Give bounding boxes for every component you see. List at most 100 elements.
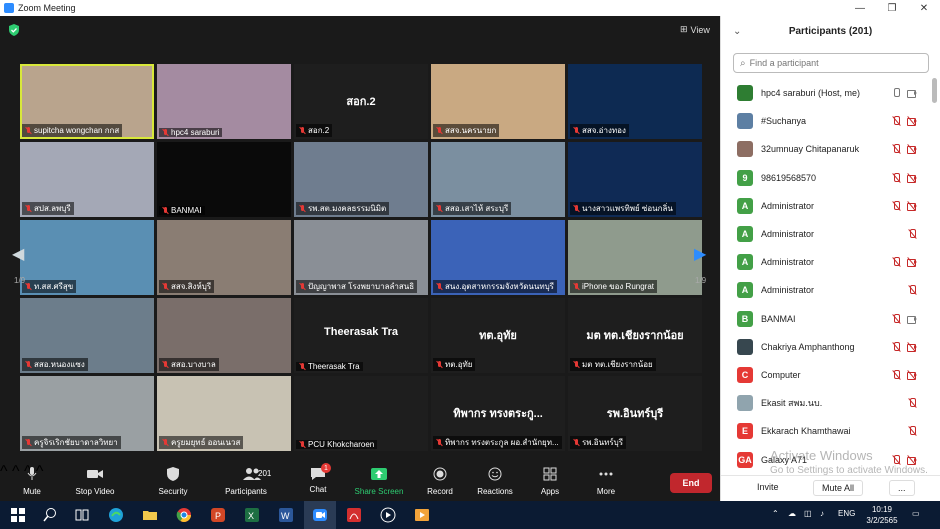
notification-icon[interactable]: ▭ xyxy=(912,509,920,518)
muted-microphone-icon[interactable] xyxy=(891,116,901,126)
participant-video-tile[interactable]: นางสาวแพรทิพย์ ซ่อนกลิ่น xyxy=(568,142,702,217)
share-screen-button[interactable]: Share Screen xyxy=(349,467,409,496)
network-icon[interactable]: ◫ xyxy=(804,509,812,518)
muted-microphone-icon[interactable] xyxy=(891,200,901,211)
powerpoint-icon[interactable]: P xyxy=(210,507,226,523)
participant-video-tile[interactable]: ครูยมยุทธ์ ออนเนวส xyxy=(157,376,291,451)
participant-video-tile[interactable]: สสจ.สิงห์บุรี xyxy=(157,220,291,295)
chat-button[interactable]: 1 Chat xyxy=(288,463,348,494)
video-camera-icon[interactable] xyxy=(907,88,917,99)
reactions-button[interactable]: Reactions xyxy=(465,467,525,496)
input-language[interactable]: ENG xyxy=(838,509,855,518)
participant-row[interactable]: E Ekkarach Khamthawai xyxy=(721,417,933,445)
close-button[interactable]: ✕ xyxy=(908,0,940,16)
participant-video-tile[interactable]: ปัญญาพาส โรงพยาบาลลำสนธิ xyxy=(294,220,428,295)
media-player-icon[interactable] xyxy=(380,507,396,523)
video-off-icon[interactable] xyxy=(907,116,917,127)
windows-start-icon[interactable] xyxy=(10,507,26,523)
participant-video-tile[interactable]: iPhone ของ Rungrat xyxy=(568,220,702,295)
participant-video-tile[interactable]: สนง.อุตสาหกรรมจังหวัดนนทบุรี xyxy=(431,220,565,295)
participant-search[interactable]: ⌕ xyxy=(733,53,929,73)
participant-video-tile[interactable]: ทต.อุทัย ทต.อุทัย xyxy=(431,298,565,373)
participant-video-tile[interactable]: สสอ.บางบาล xyxy=(157,298,291,373)
participant-video-tile[interactable]: ทิพากร ทรงตระกู... ทิพากร ทรงตระกูล ผอ.สำ… xyxy=(431,376,565,451)
acrobat-icon[interactable] xyxy=(346,507,362,523)
participant-video-tile[interactable]: รพ.อินทร์บุรี รพ.อินทร์บุรี xyxy=(568,376,702,451)
muted-microphone-icon[interactable] xyxy=(907,229,917,239)
video-off-icon[interactable] xyxy=(907,370,917,380)
panel-more-button[interactable]: ... xyxy=(889,480,915,496)
participant-video-tile[interactable]: ครูจิรเริกชัยบาดาลวิทยา xyxy=(20,376,154,451)
chrome-icon[interactable] xyxy=(176,507,192,523)
muted-microphone-icon[interactable] xyxy=(891,369,901,380)
view-button[interactable]: ⊞ View xyxy=(680,24,710,35)
invite-button[interactable]: Invite xyxy=(749,480,787,494)
search-taskbar-icon[interactable] xyxy=(42,507,58,523)
participant-video-tile[interactable]: สอก.2 สอก.2 xyxy=(294,64,428,139)
file-explorer-icon[interactable] xyxy=(142,507,158,523)
participant-row[interactable]: 9 98619568570 xyxy=(721,164,933,192)
participant-video-tile[interactable]: สปส.ลพบุรี xyxy=(20,142,154,217)
video-file-icon[interactable] xyxy=(414,507,430,523)
word-icon[interactable]: W xyxy=(278,507,294,523)
participant-video-tile[interactable]: รพ.สต.มงคลธรรมนิมิต xyxy=(294,142,428,217)
participant-row[interactable]: A Administrator xyxy=(721,220,933,248)
muted-microphone-icon[interactable] xyxy=(907,285,917,295)
video-off-icon[interactable] xyxy=(907,172,917,183)
volume-icon[interactable]: ♪ xyxy=(820,509,824,518)
zoom-taskbar-icon[interactable] xyxy=(312,507,328,523)
participant-video-tile[interactable]: สสจ.อ่างทอง xyxy=(568,64,702,139)
participant-video-tile[interactable]: BANMAI xyxy=(157,142,291,217)
maximize-button[interactable]: ❐ xyxy=(876,0,908,16)
participant-row[interactable]: hpc4 saraburi (Host, me) xyxy=(721,79,933,107)
participant-search-input[interactable] xyxy=(749,58,910,68)
muted-microphone-icon[interactable] xyxy=(891,257,901,267)
participant-row[interactable]: A Administrator xyxy=(721,276,933,304)
participant-video-tile[interactable]: ท.สส.ศรีสุข xyxy=(20,220,154,295)
video-off-icon[interactable] xyxy=(907,454,917,465)
apps-button[interactable]: Apps xyxy=(520,467,580,496)
video-off-icon[interactable] xyxy=(907,144,917,155)
muted-microphone-icon[interactable] xyxy=(891,454,901,465)
edge-browser-icon[interactable] xyxy=(108,507,124,523)
muted-microphone-icon[interactable] xyxy=(907,426,917,436)
task-view-icon[interactable] xyxy=(74,507,90,523)
encryption-shield-icon[interactable] xyxy=(8,24,20,36)
video-camera-icon[interactable] xyxy=(907,314,917,324)
more-button[interactable]: More xyxy=(576,467,636,496)
taskbar-clock[interactable]: 10:19 3/2/2565 xyxy=(860,504,904,526)
excel-icon[interactable]: X xyxy=(244,507,260,523)
video-off-icon[interactable] xyxy=(907,257,917,268)
participant-video-tile[interactable]: สสอ.หนองแซง xyxy=(20,298,154,373)
next-page-icon[interactable]: ▶ xyxy=(694,244,706,264)
participant-row[interactable]: 32umnuay Chitapanaruk xyxy=(721,135,933,163)
participants-button[interactable]: 201 Participants xyxy=(216,467,276,496)
video-off-icon[interactable] xyxy=(907,341,917,352)
muted-microphone-icon[interactable] xyxy=(891,313,901,324)
video-off-icon[interactable] xyxy=(907,200,917,211)
microphone-icon[interactable] xyxy=(891,88,901,98)
record-button[interactable]: Record xyxy=(410,467,470,496)
participant-row[interactable]: Chakriya Amphanthong xyxy=(721,333,933,361)
muted-microphone-icon[interactable] xyxy=(907,398,917,408)
participant-video-tile[interactable]: PCU Khokcharoen xyxy=(294,376,428,451)
participant-video-tile[interactable]: มต ทต.เชียงรากน้อย มต ทต.เชียงรากน้อย xyxy=(568,298,702,373)
participant-row[interactable]: #Suchanya xyxy=(721,107,933,135)
muted-microphone-icon[interactable] xyxy=(891,144,901,154)
participant-row[interactable]: A Administrator xyxy=(721,192,933,220)
participant-row[interactable]: C Computer xyxy=(721,361,933,389)
participant-row[interactable]: A Administrator xyxy=(721,248,933,276)
participant-video-tile[interactable]: hpc4 saraburi xyxy=(157,64,291,139)
muted-microphone-icon[interactable] xyxy=(891,172,901,183)
participant-video-tile[interactable]: สสอ.เสาไห้ สระบุรี xyxy=(431,142,565,217)
minimize-button[interactable]: — xyxy=(844,0,876,16)
stop-video-button[interactable]: Stop Video xyxy=(65,467,125,496)
participant-row[interactable]: B BANMAI xyxy=(721,305,933,333)
security-button[interactable]: Security xyxy=(143,467,203,496)
participant-video-tile[interactable]: สสจ.นครนายก xyxy=(431,64,565,139)
previous-page-icon[interactable]: ◀ xyxy=(12,244,24,264)
muted-microphone-icon[interactable] xyxy=(891,341,901,352)
tray-chevron-icon[interactable]: ⌃ xyxy=(772,509,779,518)
participant-row[interactable]: Ekasit สพม.นบ. xyxy=(721,389,933,417)
participants-scrollbar[interactable] xyxy=(932,78,937,103)
